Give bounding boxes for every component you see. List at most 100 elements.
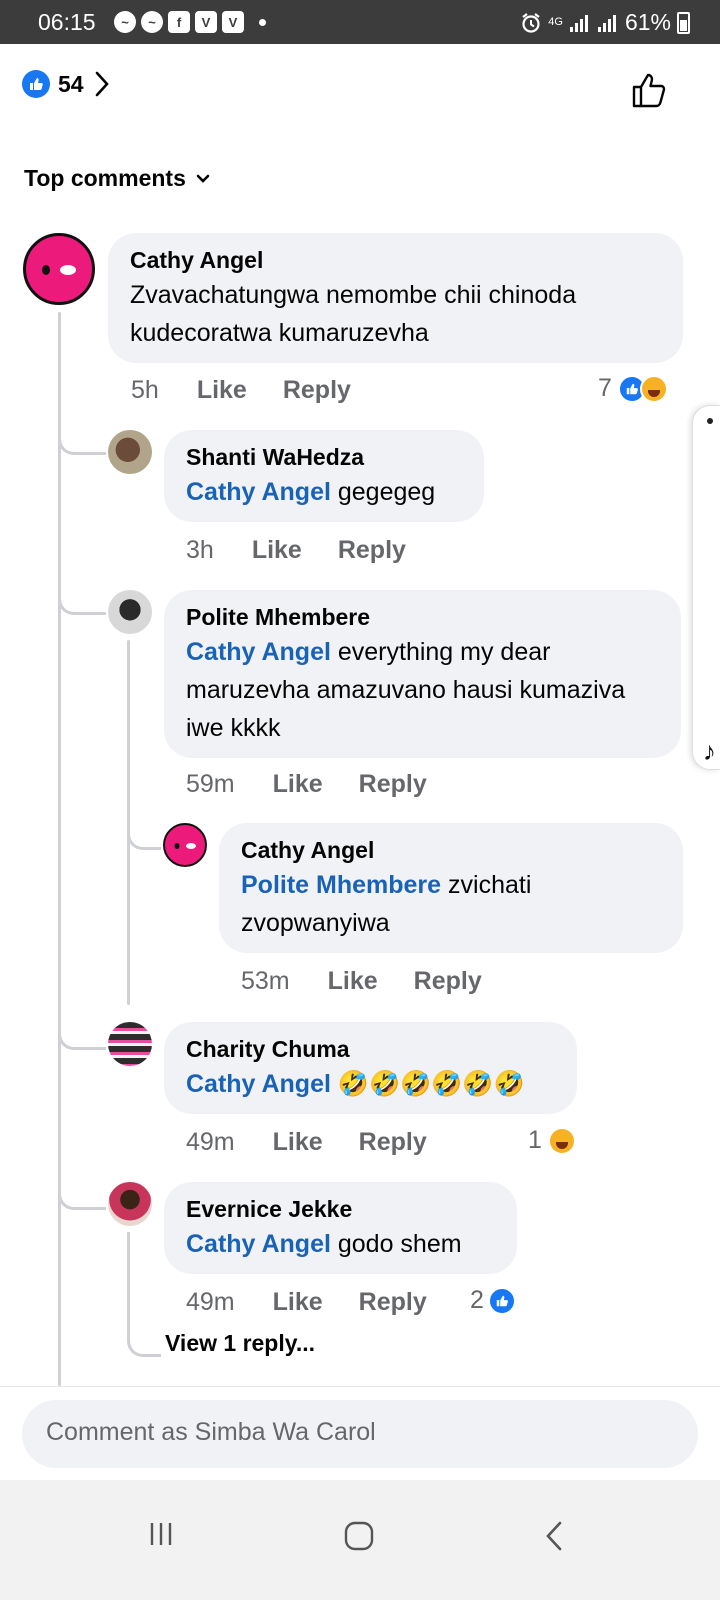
like-button[interactable]: Like <box>252 536 302 565</box>
comment-author[interactable]: Cathy Angel <box>130 247 661 274</box>
like-button[interactable]: Like <box>273 1128 323 1157</box>
comment-text: Cathy Angel 🤣🤣🤣🤣🤣🤣 <box>186 1065 555 1103</box>
viber-icon: V <box>195 11 217 33</box>
mention-link[interactable]: Cathy Angel <box>186 1070 331 1098</box>
avatar[interactable] <box>108 1022 152 1066</box>
like-button[interactable]: Like <box>273 770 323 799</box>
comment-input[interactable]: Comment as Simba Wa Carol <box>22 1400 698 1468</box>
reactions-summary[interactable]: 54 <box>22 70 110 98</box>
comment-reactions[interactable]: 2 <box>470 1286 516 1315</box>
comment-actions: 59m Like Reply <box>186 770 427 799</box>
avatar[interactable] <box>23 233 95 305</box>
reaction-count: 54 <box>58 70 84 97</box>
thread-connector <box>127 1232 161 1357</box>
comment-bubble[interactable]: Polite Mhembere Cathy Angel everything m… <box>164 590 681 758</box>
comment-reactions[interactable]: 1 <box>528 1126 576 1155</box>
reaction-count: 2 <box>470 1286 484 1314</box>
comment-bubble[interactable]: Evernice Jekke Cathy Angel godo shem <box>164 1182 517 1274</box>
recent-apps-icon[interactable] <box>147 1520 175 1548</box>
comment-actions: 5h Like Reply <box>131 376 351 405</box>
comment-author[interactable]: Charity Chuma <box>186 1036 555 1063</box>
comment-author[interactable]: Shanti WaHedza <box>186 444 462 471</box>
battery-percent: 61% <box>624 9 671 35</box>
comment-time: 53m <box>241 967 290 995</box>
comment-actions: 49m Like Reply <box>186 1128 427 1157</box>
haha-reaction-icon <box>547 1126 576 1155</box>
status-right: 4G 61% <box>520 9 690 36</box>
comment-author[interactable]: Polite Mhembere <box>186 604 659 631</box>
avatar[interactable] <box>108 1182 152 1226</box>
notification-icons: ~ ~ f V V <box>114 11 266 33</box>
comment-bubble[interactable]: Cathy Angel Polite Mhembere zvichati zvo… <box>219 823 683 953</box>
signal-icon <box>597 14 616 32</box>
like-reaction-icon <box>487 1286 516 1315</box>
signal-icon <box>569 14 588 32</box>
status-time: 06:15 <box>38 9 96 35</box>
comment-actions: 49m Like Reply <box>186 1288 427 1317</box>
reaction-count: 1 <box>528 1126 542 1154</box>
alarm-icon <box>522 12 540 33</box>
reply-button[interactable]: Reply <box>414 967 482 996</box>
navigation-bar <box>0 1480 720 1600</box>
like-button[interactable]: Like <box>328 967 378 996</box>
more-notifications-icon <box>259 18 266 26</box>
avatar[interactable] <box>108 590 152 634</box>
mention-link[interactable]: Polite Mhembere <box>241 871 441 899</box>
back-icon[interactable] <box>544 1520 564 1552</box>
comment-bubble[interactable]: Shanti WaHedza Cathy Angel gegegeg <box>164 430 484 522</box>
comment-time: 49m <box>186 1128 235 1156</box>
floating-side-panel[interactable]: ♪ <box>692 405 720 770</box>
comment-time: 49m <box>186 1288 235 1316</box>
sort-comments-dropdown[interactable]: Top comments <box>24 165 210 192</box>
comment-text: Cathy Angel gegegeg <box>186 473 462 511</box>
like-button[interactable]: Like <box>273 1288 323 1317</box>
reply-button[interactable]: Reply <box>359 1128 427 1157</box>
avatar[interactable] <box>163 823 207 867</box>
comment-text: Polite Mhembere zvichati zvopwanyiwa <box>241 866 661 942</box>
comment-text: Cathy Angel godo shem <box>186 1225 495 1263</box>
view-replies-link[interactable]: View 1 reply... <box>165 1330 315 1357</box>
reaction-count: 7 <box>598 374 612 402</box>
reply-button[interactable]: Reply <box>338 536 406 565</box>
thread-line <box>58 312 61 1386</box>
messenger-icon: ~ <box>114 11 136 33</box>
comment-actions: 53m Like Reply <box>241 967 482 996</box>
comment-bubble[interactable]: Charity Chuma Cathy Angel 🤣🤣🤣🤣🤣🤣 <box>164 1022 577 1114</box>
thread-connector <box>127 820 161 850</box>
dot-icon <box>707 418 713 424</box>
battery-icon <box>677 11 690 34</box>
comment-body: gegegeg <box>330 478 436 506</box>
home-icon[interactable] <box>343 1520 375 1552</box>
reply-button[interactable]: Reply <box>283 376 351 405</box>
sort-label: Top comments <box>24 165 186 191</box>
like-button-icon[interactable] <box>630 70 670 110</box>
chevron-right-icon <box>95 71 109 97</box>
avatar[interactable] <box>108 430 152 474</box>
network-type: 4G <box>548 16 563 28</box>
comment-reactions[interactable]: 7 <box>598 374 668 403</box>
thread-connector <box>58 425 106 455</box>
viber-icon: V <box>222 11 244 33</box>
comment-time: 59m <box>186 770 235 798</box>
messenger-icon: ~ <box>141 11 163 33</box>
thread-connector <box>58 1180 106 1210</box>
comment-body: godo shem <box>330 1230 462 1258</box>
comment-text: Cathy Angel everything my dear maruzevha… <box>186 633 659 747</box>
mention-link[interactable]: Cathy Angel <box>186 478 331 506</box>
reply-button[interactable]: Reply <box>359 1288 427 1317</box>
mention-link[interactable]: Cathy Angel <box>186 638 331 666</box>
divider <box>0 1386 720 1387</box>
comment-text: Zvavachatungwa nemombe chii chinoda kude… <box>130 281 577 347</box>
comment-author[interactable]: Evernice Jekke <box>186 1196 495 1223</box>
comment-time: 3h <box>186 536 214 564</box>
mention-link[interactable]: Cathy Angel <box>186 1230 331 1258</box>
music-note-icon: ♪ <box>703 736 716 766</box>
like-reaction-icon <box>22 70 50 98</box>
thread-connector <box>58 585 106 615</box>
like-button[interactable]: Like <box>197 376 247 405</box>
reply-button[interactable]: Reply <box>359 770 427 799</box>
comment-bubble[interactable]: Cathy Angel Zvavachatungwa nemombe chii … <box>108 233 683 363</box>
chevron-down-icon <box>196 174 210 183</box>
comment-author[interactable]: Cathy Angel <box>241 837 661 864</box>
haha-reaction-icon <box>639 374 668 403</box>
